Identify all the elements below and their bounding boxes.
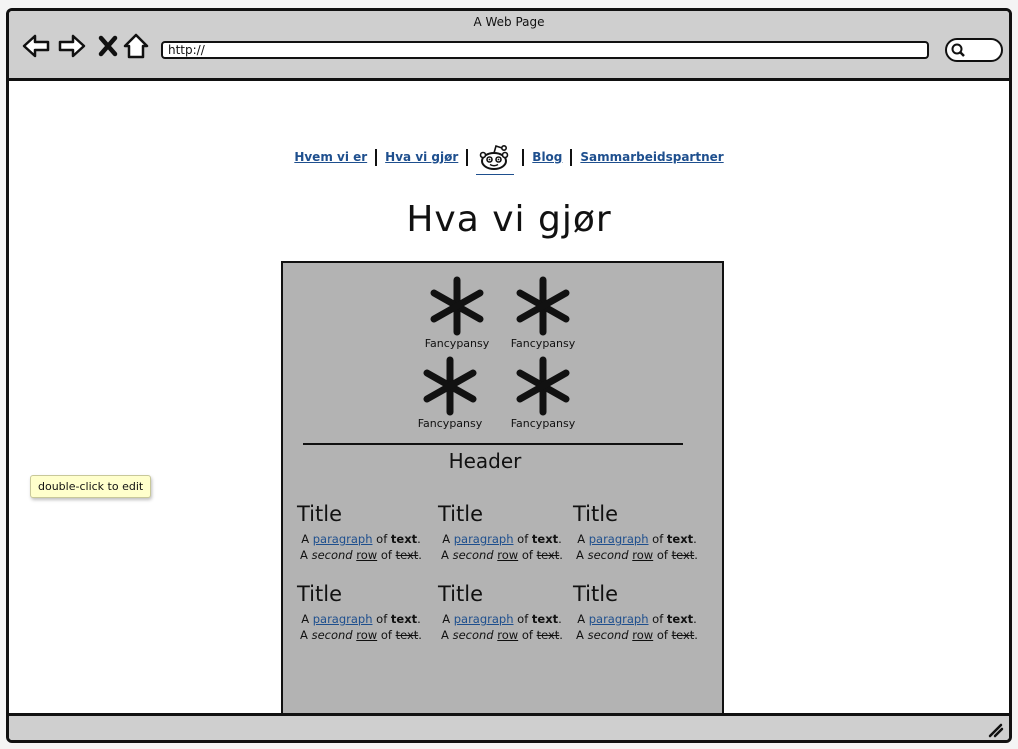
asterisk-icon xyxy=(430,276,484,336)
feature-label: Fancypansy xyxy=(510,417,576,430)
asterisk-icon xyxy=(516,356,570,416)
address-bar[interactable]: http:// xyxy=(161,41,929,59)
feature-item[interactable]: Fancypansy xyxy=(417,275,497,350)
nav-link-hva-vi-gjor[interactable]: Hva vi gjør xyxy=(385,150,458,164)
nav-link-sammarbeidspartner[interactable]: Sammarbeidspartner xyxy=(580,150,723,164)
page-title: Hva vi gjør xyxy=(406,199,612,240)
grid-cell: Title A paragraph of text. A second row … xyxy=(573,501,713,563)
close-x-icon[interactable] xyxy=(93,31,123,61)
nav-link-hvem-vi-er[interactable]: Hvem vi er xyxy=(294,150,367,164)
nav-separator xyxy=(375,148,378,166)
search-field[interactable] xyxy=(945,38,1003,62)
asterisk-icon xyxy=(516,276,570,336)
nav-separator xyxy=(522,148,525,166)
nav-separator xyxy=(466,148,469,166)
page-content: Hvem vi er Hva vi gjør Blog Sammarbeidsp… xyxy=(9,81,1009,719)
browser-toolbar: A Web Page http:// xyxy=(9,11,1009,81)
nav-separator xyxy=(570,148,573,166)
grid-cell: Title A paragraph of text. A second row … xyxy=(438,581,578,643)
grid-cell: Title A paragraph of text. A second row … xyxy=(438,501,578,563)
paragraph-link[interactable]: paragraph xyxy=(589,612,649,626)
feature-label: Fancypansy xyxy=(417,417,483,430)
asterisk-icon xyxy=(423,356,477,416)
grid-cell: Title A paragraph of text. A second row … xyxy=(297,581,437,643)
home-icon[interactable] xyxy=(121,31,151,61)
top-navigation: Hvem vi er Hva vi gjør Blog Sammarbeidsp… xyxy=(9,137,1009,177)
back-arrow-icon[interactable] xyxy=(21,31,51,61)
cell-title: Title xyxy=(573,582,619,606)
search-icon xyxy=(951,43,965,57)
paragraph-link[interactable]: paragraph xyxy=(313,532,373,546)
cell-text: A paragraph of text. A second row of tex… xyxy=(576,612,698,642)
cell-title: Title xyxy=(297,502,343,526)
grid-cell: Title A paragraph of text. A second row … xyxy=(297,501,437,563)
paragraph-link[interactable]: paragraph xyxy=(313,612,373,626)
reddit-alien-logo-icon xyxy=(479,144,509,170)
divider-line xyxy=(303,443,683,445)
paragraph-link[interactable]: paragraph xyxy=(589,532,649,546)
window-title: A Web Page xyxy=(473,15,545,29)
cell-title: Title xyxy=(573,502,619,526)
content-panel: Fancypansy Fancypansy Fancypansy Fancypa… xyxy=(281,261,724,717)
feature-label: Fancypansy xyxy=(510,337,576,350)
edit-tooltip: double-click to edit xyxy=(30,475,152,498)
grid-cell: Title A paragraph of text. A second row … xyxy=(573,581,713,643)
feature-label: Fancypansy xyxy=(424,337,490,350)
paragraph-link[interactable]: paragraph xyxy=(454,532,514,546)
browser-window: A Web Page http:// Hvem vi er Hva vi gjø… xyxy=(6,8,1012,743)
cell-title: Title xyxy=(438,582,484,606)
status-bar xyxy=(9,713,1009,740)
cell-text: A paragraph of text. A second row of tex… xyxy=(300,532,422,562)
section-header: Header xyxy=(448,449,522,473)
resize-grip-icon[interactable] xyxy=(987,722,1005,738)
feature-item[interactable]: Fancypansy xyxy=(503,275,583,350)
feature-item[interactable]: Fancypansy xyxy=(410,355,490,430)
cell-title: Title xyxy=(438,502,484,526)
forward-arrow-icon[interactable] xyxy=(57,31,87,61)
cell-text: A paragraph of text. A second row of tex… xyxy=(441,532,563,562)
logo-link[interactable] xyxy=(476,140,515,175)
cell-title: Title xyxy=(297,582,343,606)
cell-text: A paragraph of text. A second row of tex… xyxy=(441,612,563,642)
cell-text: A paragraph of text. A second row of tex… xyxy=(300,612,422,642)
nav-link-blog[interactable]: Blog xyxy=(532,150,562,164)
paragraph-link[interactable]: paragraph xyxy=(454,612,514,626)
cell-text: A paragraph of text. A second row of tex… xyxy=(576,532,698,562)
feature-item[interactable]: Fancypansy xyxy=(503,355,583,430)
